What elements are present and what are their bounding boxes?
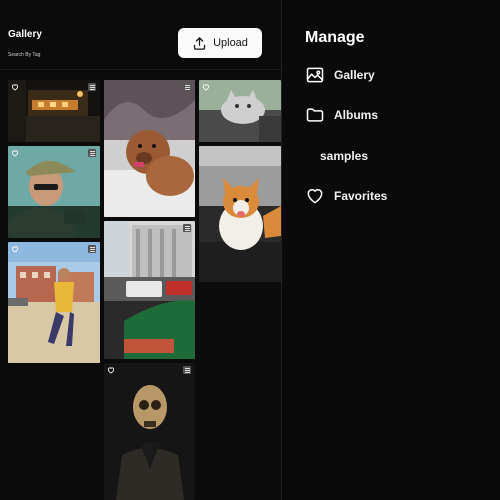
man-in-yellow-jacket-photo	[8, 242, 100, 363]
nav-item-label: Gallery	[334, 68, 375, 82]
photo-menu-icon[interactable]	[88, 245, 96, 253]
nav-item-albums[interactable]: Albums	[305, 103, 378, 127]
photo-tile-skull-portrait[interactable]	[104, 363, 195, 500]
favorite-heart-icon[interactable]	[11, 149, 19, 157]
man-in-cap-photo	[8, 146, 100, 238]
nav-item-favorites[interactable]: Favorites	[305, 184, 387, 208]
folder-icon	[306, 108, 324, 122]
gallery-panel: Gallery Search By Tag Upload	[0, 0, 281, 500]
photo-tile-man-in-cap[interactable]	[8, 146, 100, 238]
photo-menu-icon[interactable]	[183, 366, 191, 374]
favorite-heart-icon[interactable]	[11, 245, 19, 253]
photo-tile-vintage-cars[interactable]	[104, 221, 195, 359]
upload-icon	[193, 36, 206, 50]
photo-menu-icon[interactable]	[88, 83, 96, 91]
favorite-heart-icon[interactable]	[107, 366, 115, 374]
upload-button[interactable]: Upload	[178, 28, 262, 58]
night-street-photo	[8, 80, 100, 142]
photo-tile-night-street[interactable]	[8, 80, 100, 142]
search-by-tag-link[interactable]: Search By Tag	[8, 52, 40, 58]
favorite-heart-icon[interactable]	[202, 83, 210, 91]
album-item-samples[interactable]: samples	[320, 149, 368, 163]
nav-item-label: Albums	[334, 108, 379, 122]
nav-item-label: Favorites	[334, 189, 388, 203]
nav-item-gallery[interactable]: Gallery	[305, 63, 375, 87]
photo-menu-icon[interactable]	[88, 149, 96, 157]
manage-title: Manage	[305, 29, 365, 46]
favorite-heart-icon[interactable]	[11, 83, 19, 91]
photo-tile-corgi[interactable]	[199, 146, 281, 282]
vintage-cars-photo	[104, 221, 195, 359]
photo-tile-cat-on-sofa[interactable]	[199, 80, 281, 142]
photo-tile-brown-poodle[interactable]	[104, 80, 195, 217]
upload-button-label: Upload	[213, 37, 248, 49]
cat-on-sofa-photo	[199, 80, 281, 142]
page-title: Gallery	[8, 29, 42, 40]
manage-panel: Manage Gallery Albums samples Favorites	[282, 0, 500, 500]
image-icon	[306, 67, 324, 83]
brown-poodle-in-snow-photo	[104, 80, 195, 217]
photo-menu-icon[interactable]	[183, 224, 191, 232]
heart-icon	[307, 189, 323, 204]
corgi-photo	[199, 146, 281, 282]
skull-portrait-photo	[104, 363, 195, 500]
photo-tile-man-in-yellow-jacket[interactable]	[8, 242, 100, 363]
gallery-header: Gallery Search By Tag Upload	[0, 0, 281, 70]
photo-menu-icon[interactable]	[183, 83, 191, 91]
